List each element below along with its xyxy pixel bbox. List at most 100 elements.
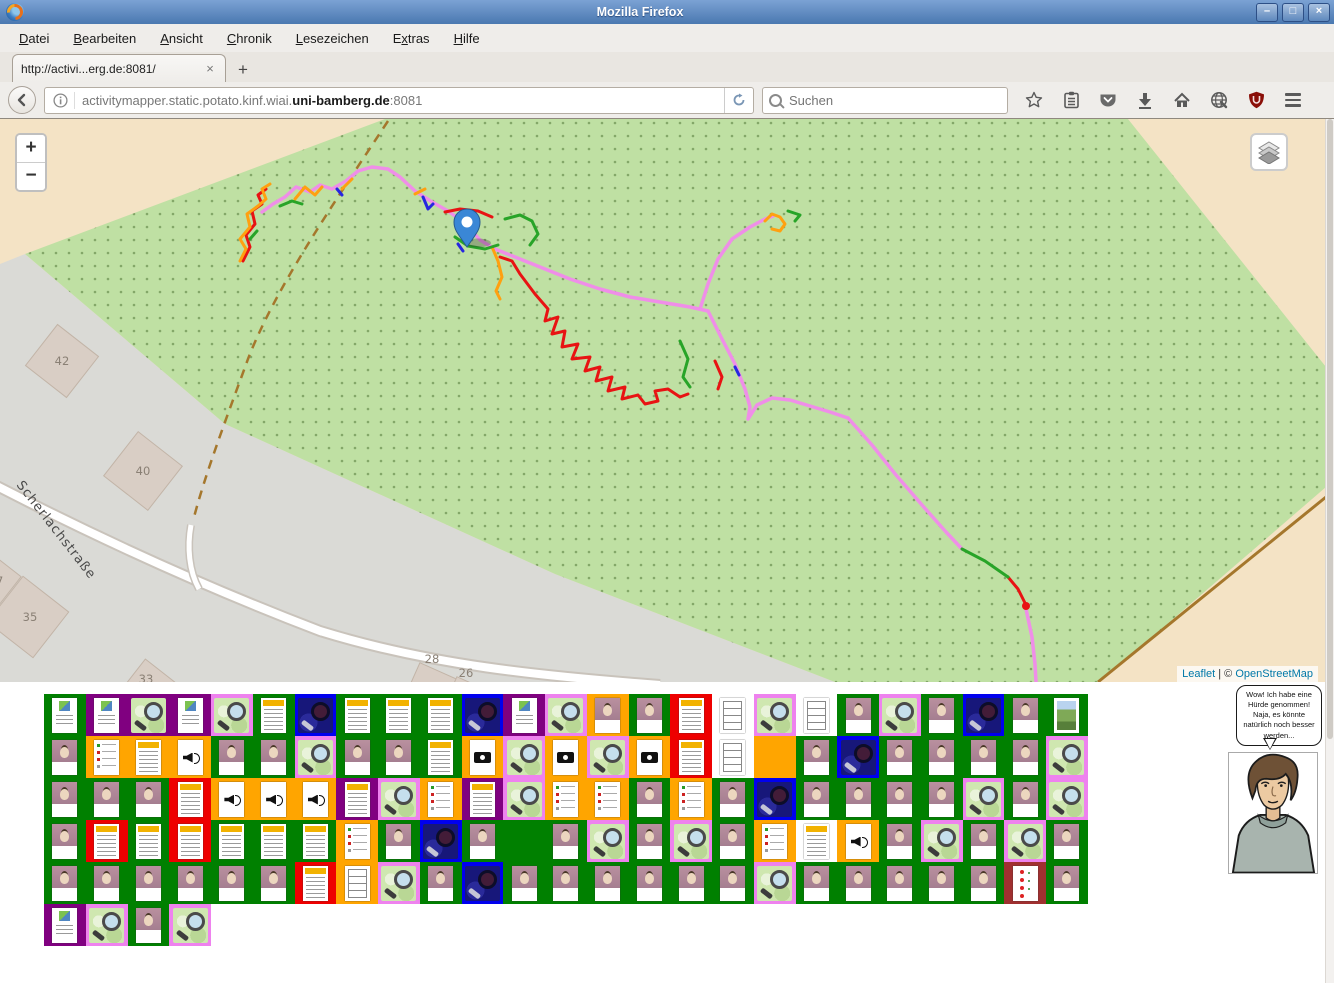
gallery-cell[interactable] xyxy=(712,820,754,862)
gallery-cell[interactable] xyxy=(963,778,1005,820)
menu-hamburger-button[interactable] xyxy=(1283,90,1303,110)
gallery-cell[interactable] xyxy=(921,778,963,820)
gallery-cell[interactable] xyxy=(211,736,253,778)
site-info-icon[interactable] xyxy=(53,93,68,108)
new-tab-button[interactable]: + xyxy=(226,60,260,82)
gallery-cell[interactable] xyxy=(253,736,295,778)
gallery-cell[interactable] xyxy=(420,778,462,820)
gallery-cell[interactable] xyxy=(837,736,879,778)
gallery-cell[interactable] xyxy=(754,736,796,778)
gallery-cell[interactable] xyxy=(253,694,295,736)
gallery-cell[interactable] xyxy=(921,736,963,778)
gallery-cell[interactable] xyxy=(86,820,128,862)
gallery-cell[interactable] xyxy=(754,778,796,820)
gallery-cell[interactable] xyxy=(169,904,211,946)
gallery-cell[interactable] xyxy=(169,862,211,904)
gallery-cell[interactable] xyxy=(837,778,879,820)
gallery-cell[interactable] xyxy=(754,820,796,862)
gallery-cell[interactable] xyxy=(921,694,963,736)
gallery-cell[interactable] xyxy=(879,694,921,736)
gallery-cell[interactable] xyxy=(1046,694,1088,736)
gallery-cell[interactable] xyxy=(420,820,462,862)
gallery-cell[interactable] xyxy=(1004,694,1046,736)
tab-close-icon[interactable]: × xyxy=(203,61,217,76)
gallery-cell[interactable] xyxy=(796,694,838,736)
gallery-cell[interactable] xyxy=(295,820,337,862)
gallery-cell[interactable] xyxy=(128,862,170,904)
gallery-cell[interactable] xyxy=(629,694,671,736)
menu-lesezeichen[interactable]: Lesezeichen xyxy=(285,27,380,50)
gallery-cell[interactable] xyxy=(44,904,86,946)
pocket-button[interactable] xyxy=(1098,90,1118,110)
gallery-cell[interactable] xyxy=(503,862,545,904)
gallery-cell[interactable] xyxy=(837,862,879,904)
gallery-cell[interactable] xyxy=(545,694,587,736)
gallery-cell[interactable] xyxy=(712,778,754,820)
gallery-cell[interactable] xyxy=(253,820,295,862)
ublock-button[interactable] xyxy=(1246,90,1266,110)
gallery-cell[interactable] xyxy=(670,694,712,736)
gallery-cell[interactable] xyxy=(1004,778,1046,820)
gallery-cell[interactable] xyxy=(169,694,211,736)
gallery-cell[interactable] xyxy=(629,736,671,778)
gallery-cell[interactable] xyxy=(879,736,921,778)
gallery-cell[interactable] xyxy=(1046,862,1088,904)
gallery-cell[interactable] xyxy=(1046,736,1088,778)
gallery-cell[interactable] xyxy=(670,736,712,778)
gallery-cell[interactable] xyxy=(796,820,838,862)
downloads-button[interactable] xyxy=(1135,90,1155,110)
reload-button[interactable] xyxy=(724,88,753,113)
gallery-cell[interactable] xyxy=(420,694,462,736)
gallery-cell[interactable] xyxy=(1004,820,1046,862)
tab-activitymapper[interactable]: http://activi...erg.de:8081/ × xyxy=(12,54,226,82)
gallery-cell[interactable] xyxy=(796,862,838,904)
gallery-cell[interactable] xyxy=(796,736,838,778)
gallery-cell[interactable] xyxy=(378,736,420,778)
gallery-cell[interactable] xyxy=(211,778,253,820)
page-scrollbar[interactable] xyxy=(1325,119,1334,983)
gallery-cell[interactable] xyxy=(378,862,420,904)
gallery-cell[interactable] xyxy=(462,694,504,736)
gallery-cell[interactable] xyxy=(86,862,128,904)
gallery-cell[interactable] xyxy=(211,820,253,862)
gallery-cell[interactable] xyxy=(1004,736,1046,778)
gallery-cell[interactable] xyxy=(503,820,545,862)
gallery-cell[interactable] xyxy=(336,778,378,820)
url-bar[interactable]: activitymapper.static.potato.kinf.wiai.u… xyxy=(44,87,754,114)
leaflet-link[interactable]: Leaflet xyxy=(1182,668,1215,680)
gallery-cell[interactable] xyxy=(253,778,295,820)
gallery-cell[interactable] xyxy=(211,694,253,736)
gallery-cell[interactable] xyxy=(420,736,462,778)
gallery-cell[interactable] xyxy=(462,778,504,820)
gallery-cell[interactable] xyxy=(336,694,378,736)
minimize-button[interactable]: – xyxy=(1256,3,1278,22)
gallery-cell[interactable] xyxy=(963,862,1005,904)
maximize-button[interactable]: □ xyxy=(1282,3,1304,22)
gallery-cell[interactable] xyxy=(128,778,170,820)
gallery-cell[interactable] xyxy=(587,862,629,904)
gallery-cell[interactable] xyxy=(44,694,86,736)
extension-globe-button[interactable] xyxy=(1209,90,1229,110)
gallery-cell[interactable] xyxy=(211,862,253,904)
zoom-out-button[interactable]: − xyxy=(17,163,45,190)
gallery-cell[interactable] xyxy=(921,862,963,904)
gallery-cell[interactable] xyxy=(86,736,128,778)
gallery-cell[interactable] xyxy=(712,736,754,778)
gallery-cell[interactable] xyxy=(587,820,629,862)
url-text[interactable]: activitymapper.static.potato.kinf.wiai.u… xyxy=(82,93,724,108)
gallery-cell[interactable] xyxy=(629,862,671,904)
gallery-cell[interactable] xyxy=(169,820,211,862)
gallery-cell[interactable] xyxy=(754,694,796,736)
gallery-cell[interactable] xyxy=(378,694,420,736)
gallery-cell[interactable] xyxy=(670,820,712,862)
gallery-cell[interactable] xyxy=(503,778,545,820)
scrollbar-thumb[interactable] xyxy=(1327,119,1333,739)
gallery-cell[interactable] xyxy=(879,820,921,862)
gallery-cell[interactable] xyxy=(545,862,587,904)
gallery-cell[interactable] xyxy=(462,736,504,778)
gallery-cell[interactable] xyxy=(44,862,86,904)
gallery-cell[interactable] xyxy=(462,862,504,904)
gallery-cell[interactable] xyxy=(295,694,337,736)
menu-bearbeiten[interactable]: Bearbeiten xyxy=(62,27,147,50)
gallery-cell[interactable] xyxy=(44,736,86,778)
